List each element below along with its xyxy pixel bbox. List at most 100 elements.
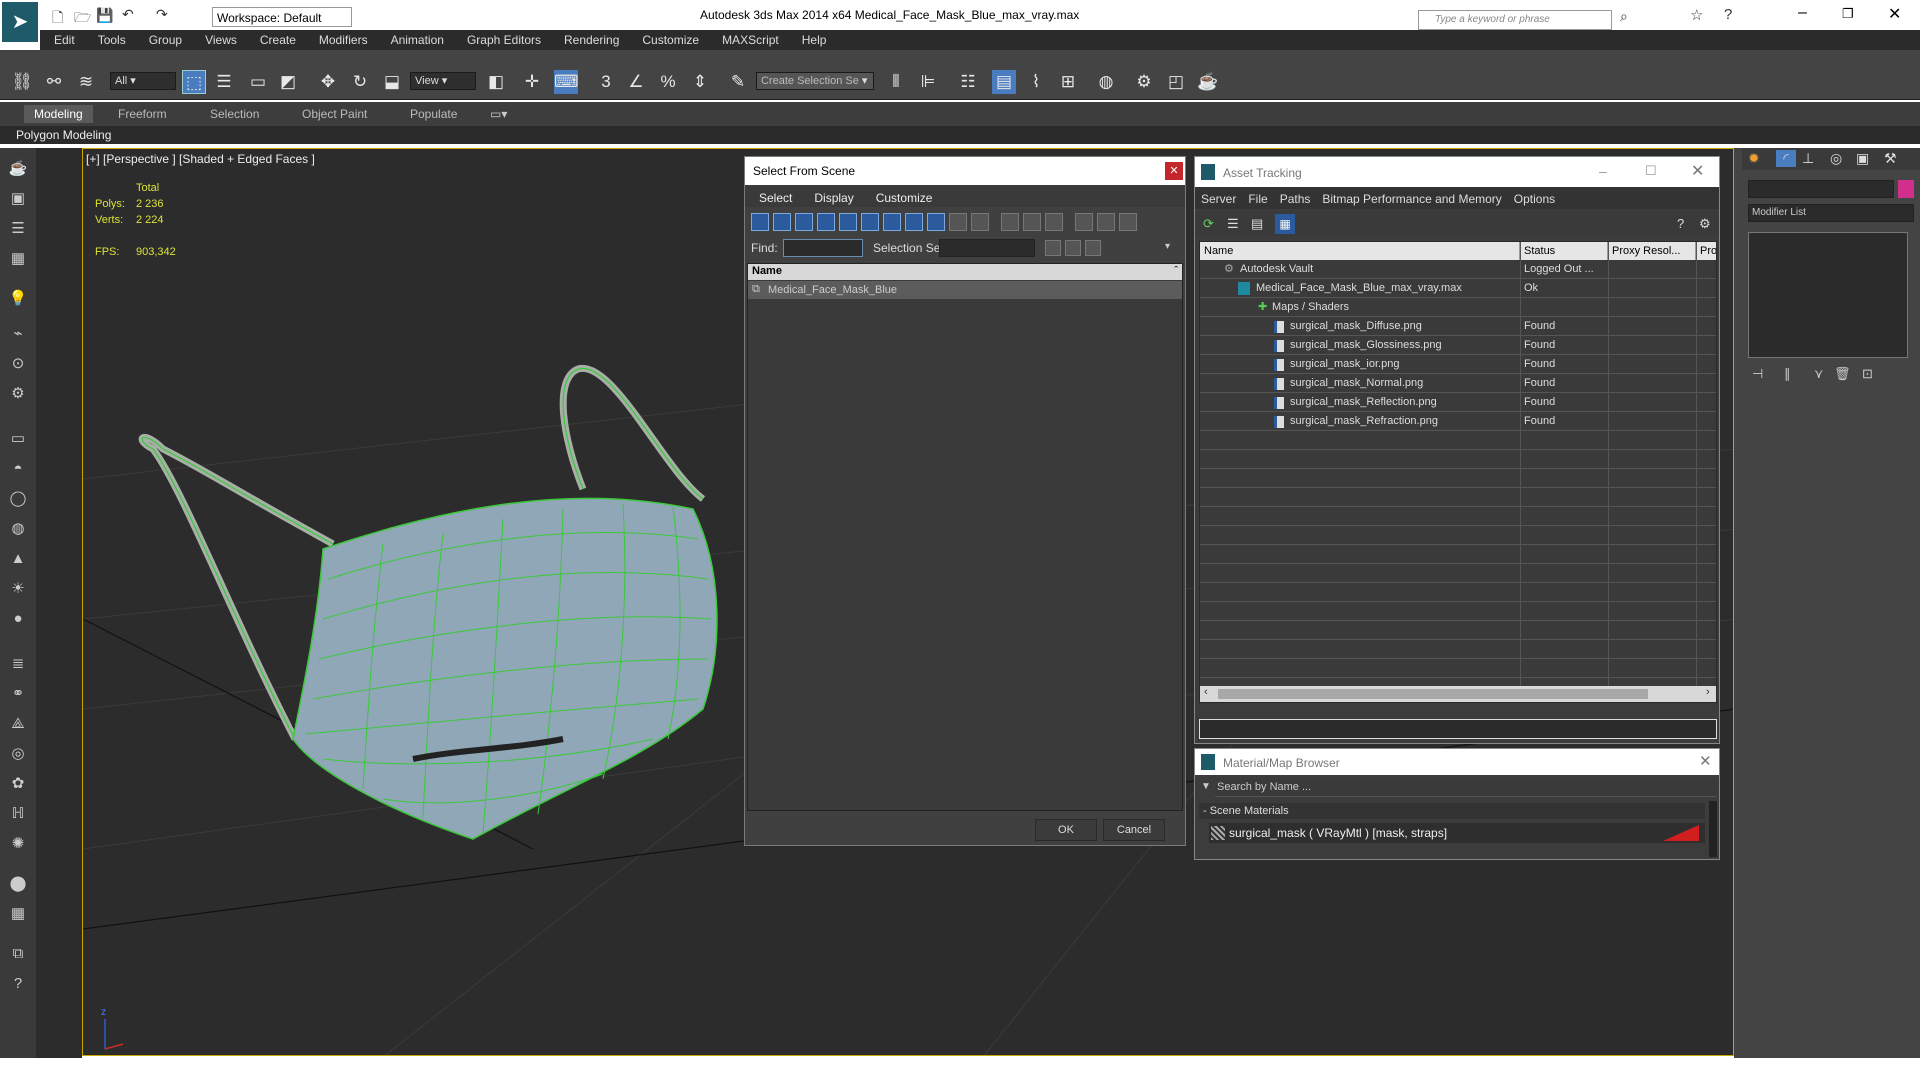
modifier-stack[interactable] (1748, 232, 1908, 358)
quick-access-open-icon[interactable]: 🗁 (74, 7, 91, 31)
display-frozen-icon[interactable] (971, 213, 989, 231)
sfs-menu-display[interactable]: Display (814, 191, 853, 205)
at-settings-icon[interactable]: ⚙ (1699, 216, 1711, 232)
menu-create[interactable]: Create (260, 33, 296, 47)
table-view-icon[interactable]: ▦ (1275, 214, 1295, 234)
menu-graph-editors[interactable]: Graph Editors (467, 33, 541, 47)
curve-editor-icon[interactable]: ⌇ (1024, 70, 1048, 94)
link-icon[interactable]: ⛓ (10, 70, 34, 94)
tab-freeform[interactable]: Freeform (108, 105, 177, 123)
image-icon[interactable]: ▣ (6, 188, 30, 210)
table-row[interactable]: ✚ Maps / Shaders (1200, 298, 1716, 317)
table-row[interactable]: ⚙ Autodesk Vault Logged Out ... (1200, 260, 1716, 279)
scale-icon[interactable]: ⬓ (380, 70, 404, 94)
plane-icon[interactable]: ▭ (6, 428, 30, 450)
save-selection-set-icon[interactable] (1045, 240, 1061, 256)
align-icon[interactable]: ⊫ (916, 70, 940, 94)
workspace-dropdown[interactable]: Workspace: Default (212, 7, 352, 27)
ribbon-toggle-icon[interactable]: ▤ (992, 70, 1016, 94)
cancel-button[interactable]: Cancel (1103, 819, 1165, 841)
quick-access-new-icon[interactable]: 🗋 (52, 7, 63, 31)
horizontal-scrollbar[interactable]: ‹ › (1200, 686, 1716, 702)
configure-sets-icon[interactable]: ⊡ (1862, 366, 1873, 382)
display-xrefs-icon[interactable] (905, 213, 923, 231)
rendered-frame-icon[interactable]: ◰ (1164, 70, 1188, 94)
at-menu-options[interactable]: Options (1514, 192, 1555, 206)
info-icon[interactable]: ? (6, 973, 30, 995)
scene-materials-header[interactable]: - Scene Materials (1199, 803, 1705, 819)
layers-icon[interactable]: ⧉ (6, 943, 30, 965)
manipulate-icon[interactable]: ✛ (520, 70, 544, 94)
at-menu-bitmap-performance[interactable]: Bitmap Performance and Memory (1322, 192, 1501, 206)
display-helpers-icon[interactable] (839, 213, 857, 231)
search-input[interactable]: Type a keyword or phrase (1418, 10, 1612, 30)
spinner-snap-icon[interactable]: ⇕ (688, 70, 712, 94)
list-icon[interactable]: ☰ (6, 218, 30, 240)
at-menu-file[interactable]: File (1248, 192, 1267, 206)
app-logo[interactable]: ➤ (2, 2, 38, 42)
remove-modifier-icon[interactable]: 🗑 (1834, 366, 1851, 382)
rotate-icon[interactable]: ↻ (348, 70, 372, 94)
tab-object-paint[interactable]: Object Paint (292, 105, 377, 123)
close-button[interactable]: ✕ (1888, 4, 1901, 24)
select-none-icon[interactable] (1023, 213, 1041, 231)
cylinder-icon[interactable]: ◍ (6, 518, 30, 540)
move-icon[interactable]: ✥ (316, 70, 340, 94)
help-icon[interactable]: ? (1724, 6, 1732, 23)
camera-icon[interactable]: ⌁ (6, 323, 30, 345)
menu-customize[interactable]: Customize (642, 33, 699, 47)
scrollbar-thumb[interactable] (1218, 689, 1648, 699)
plant-icon[interactable]: ✿ (6, 773, 30, 795)
display-containers-icon[interactable] (949, 213, 967, 231)
at-close-button[interactable]: ✕ (1691, 161, 1704, 181)
menu-help[interactable]: Help (802, 33, 827, 47)
rectangular-selection-icon[interactable]: ▭ (246, 70, 270, 94)
panel-splitter[interactable] (1734, 148, 1742, 1058)
calculator-icon[interactable]: ▦ (6, 903, 30, 925)
table-row[interactable]: Medical_Face_Mask_Blue_max_vray.max Ok (1200, 279, 1716, 298)
select-invert-icon[interactable] (1045, 213, 1063, 231)
teapot-icon[interactable]: ☕ (6, 158, 30, 180)
new-selection-set-icon[interactable] (1065, 240, 1081, 256)
display-lights-icon[interactable] (795, 213, 813, 231)
material-editor-icon[interactable]: ◍ (1094, 70, 1118, 94)
at-menu-server[interactable]: Server (1201, 192, 1236, 206)
material-item[interactable]: surgical_mask ( VRayMtl ) [mask, straps] (1209, 823, 1705, 843)
create-tab-icon[interactable]: ✹ (1748, 150, 1760, 167)
name-column-header[interactable]: Name ˆ (748, 264, 1182, 280)
globe-icon[interactable]: ◎ (6, 743, 30, 765)
tab-selection[interactable]: Selection (200, 105, 269, 123)
table-row[interactable]: surgical_mask_Diffuse.png Found (1200, 317, 1716, 336)
menu-maxscript[interactable]: MAXScript (722, 33, 779, 47)
display-bones-icon[interactable] (927, 213, 945, 231)
column-header-proxy-status[interactable]: Pro (1696, 242, 1716, 260)
redo-icon[interactable]: ↷ (156, 6, 168, 23)
reference-coordinate-dropdown[interactable]: View ▾ (410, 72, 476, 90)
list-item[interactable]: ⧉ Medical_Face_Mask_Blue (748, 281, 1182, 299)
schematic-view-icon[interactable]: ⊞ (1056, 70, 1080, 94)
mirror-icon[interactable]: ⫴ (884, 70, 908, 94)
tab-populate[interactable]: Populate (400, 105, 467, 123)
select-by-name-icon[interactable]: ☰ (212, 70, 236, 94)
menu-group[interactable]: Group (149, 33, 182, 47)
viewport-label[interactable]: [+] [Perspective ] [Shaded + Edged Faces… (86, 152, 315, 166)
helper-icon[interactable]: ⊙ (6, 353, 30, 375)
bind-spacewarp-icon[interactable]: ≋ (74, 70, 98, 94)
at-minimize-button[interactable]: – (1599, 163, 1607, 179)
modifier-list-dropdown[interactable]: Modifier List (1748, 204, 1914, 222)
material-search-input[interactable]: Search by Name ... (1215, 779, 1717, 797)
render-setup-icon[interactable]: ⚙ (1132, 70, 1156, 94)
named-selection-dropdown[interactable]: Create Selection Se ▾ (756, 72, 874, 90)
layer-manager-icon[interactable]: ☷ (956, 70, 980, 94)
select-object-icon[interactable]: ⬚ (182, 70, 206, 94)
display-geometry-icon[interactable] (751, 213, 769, 231)
show-end-result-icon[interactable]: ∥ (1784, 366, 1791, 382)
hierarchy-tab-icon[interactable]: ⊥ (1802, 150, 1814, 167)
window-crossing-icon[interactable]: ◩ (276, 70, 300, 94)
menu-tools[interactable]: Tools (98, 33, 126, 47)
table-row[interactable]: surgical_mask_Glossiness.png Found (1200, 336, 1716, 355)
quick-access-save-icon[interactable]: 💾 (96, 7, 113, 24)
snap-3d-icon[interactable]: 3 (594, 70, 618, 94)
minimize-button[interactable]: – (1798, 4, 1807, 22)
scroll-right-icon[interactable]: › (1706, 686, 1710, 698)
